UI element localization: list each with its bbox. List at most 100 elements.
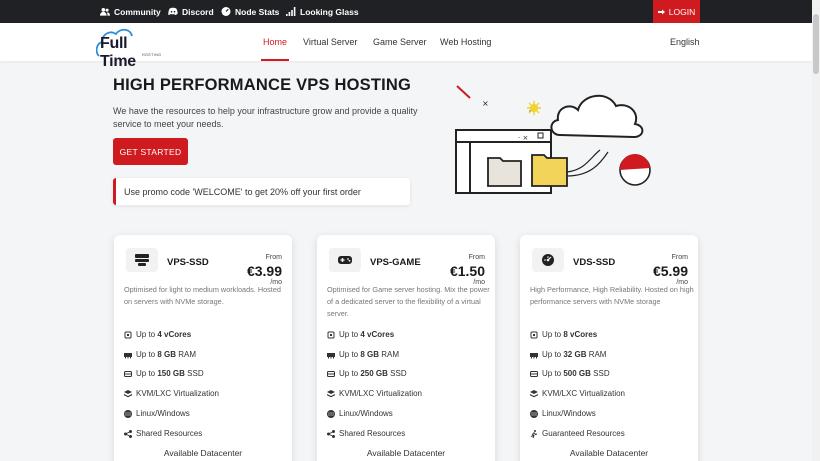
cpu-icon bbox=[530, 331, 538, 338]
plan-description: Optimised for Game server hosting. Mix t… bbox=[327, 285, 490, 318]
plan-feature-ram: Up to 32 GB RAM bbox=[530, 350, 606, 359]
community-link[interactable]: Community bbox=[100, 0, 161, 23]
scrollbar-thumb[interactable] bbox=[813, 14, 819, 74]
node-stats-label: Node Stats bbox=[235, 6, 280, 17]
sparkle-rays bbox=[527, 101, 541, 115]
memory-icon bbox=[327, 352, 335, 358]
plan-card[interactable]: VDS-SSD From €5.99 /mo High Performance,… bbox=[520, 235, 698, 461]
get-started-button[interactable]: GET STARTED bbox=[113, 138, 188, 165]
layers-icon bbox=[530, 389, 538, 397]
cpu-icon bbox=[327, 331, 335, 338]
plan-feature-virtualization: KVM/LXC Virtualization bbox=[327, 389, 422, 398]
hero-description: We have the resources to help your infra… bbox=[113, 106, 418, 129]
users-icon bbox=[100, 8, 110, 16]
hdd-icon bbox=[530, 370, 538, 377]
nav-home[interactable]: Home bbox=[263, 37, 287, 47]
disk-value: 250 GB bbox=[360, 369, 388, 378]
plan-name: VDS-SSD bbox=[573, 257, 616, 268]
plan-description: High Performance, High Reliability. Host… bbox=[530, 285, 694, 306]
plan-from-label: From bbox=[671, 254, 688, 261]
plan-feature-disk: Up to 250 GB SSD bbox=[327, 369, 407, 378]
brand-tagline: HOSTING bbox=[142, 53, 162, 57]
nav-active-indicator bbox=[261, 59, 289, 61]
plan-datacenter-label: Available Datacenter bbox=[366, 448, 446, 458]
login-label: LOGIN bbox=[668, 6, 696, 17]
signal-bars-icon bbox=[286, 7, 296, 16]
plan-from-label: From bbox=[468, 254, 485, 261]
plan-feature-cpu: Up to 4 vCores bbox=[327, 330, 394, 339]
globe-icon bbox=[530, 409, 538, 418]
plan-feature-ram: Up to 8 GB RAM bbox=[327, 350, 399, 359]
plan-price: €1.50 bbox=[449, 263, 485, 279]
login-button[interactable]: LOGIN bbox=[653, 0, 700, 23]
memory-icon bbox=[124, 352, 132, 358]
discord-label: Discord bbox=[182, 6, 214, 17]
share-icon bbox=[124, 429, 132, 438]
plan-feature-resources: Shared Resources bbox=[327, 429, 405, 438]
cpu-value: 4 vCores bbox=[157, 330, 192, 339]
globe-icon bbox=[124, 409, 132, 418]
cpu-icon bbox=[124, 331, 132, 338]
community-label: Community bbox=[114, 6, 161, 17]
plan-feature-cpu: Up to 8 vCores bbox=[530, 330, 597, 339]
hero-title: HIGH PERFORMANCE VPS HOSTING bbox=[113, 76, 412, 94]
memory-icon bbox=[530, 352, 538, 358]
node-stats-link[interactable]: Node Stats bbox=[221, 0, 279, 23]
layers-icon bbox=[124, 389, 132, 397]
promo-text: Use promo code 'WELCOME' to get 20% off … bbox=[124, 186, 361, 197]
nav-virtual-server[interactable]: Virtual Server bbox=[303, 37, 357, 47]
svg-text:· ×: · × bbox=[518, 134, 528, 142]
plan-feature-os: Linux/Windows bbox=[530, 409, 596, 418]
plan-datacenter-label: Available Datacenter bbox=[163, 448, 243, 458]
plan-name: VPS-GAME bbox=[370, 257, 421, 268]
discord-icon bbox=[168, 7, 178, 16]
plan-feature-resources: Shared Resources bbox=[124, 429, 202, 438]
plan-card[interactable]: VPS-GAME From €1.50 /mo Optimised for Ga… bbox=[317, 235, 495, 461]
ram-value: 8 GB bbox=[360, 350, 380, 359]
promo-banner: Use promo code 'WELCOME' to get 20% off … bbox=[113, 178, 410, 205]
sign-in-icon bbox=[657, 9, 665, 14]
globe-icon bbox=[327, 409, 335, 418]
disk-value: 150 GB bbox=[157, 369, 185, 378]
plan-from-label: From bbox=[265, 254, 282, 261]
gamepad-icon bbox=[338, 256, 352, 264]
ram-value: 8 GB bbox=[157, 350, 177, 359]
decor-cross-icon: × bbox=[482, 99, 489, 108]
plan-feature-disk: Up to 150 GB SSD bbox=[124, 369, 204, 378]
cpu-value: 8 vCores bbox=[563, 330, 598, 339]
brand-logo[interactable]: Full Time HOSTING bbox=[96, 26, 166, 70]
plan-icon-box bbox=[126, 248, 158, 272]
plan-datacenter-label: Available Datacenter bbox=[569, 448, 649, 458]
plan-icon-box bbox=[532, 248, 564, 272]
discord-link[interactable]: Discord bbox=[168, 0, 214, 23]
plan-card[interactable]: VPS-SSD From €3.99 /mo Optimised for lig… bbox=[114, 235, 292, 461]
language-selector[interactable]: English bbox=[670, 37, 700, 47]
running-person-icon bbox=[530, 429, 538, 438]
cloud-hosting-illustration: × × · × bbox=[455, 85, 651, 194]
plan-feature-virtualization: KVM/LXC Virtualization bbox=[530, 389, 625, 398]
ram-value: 32 GB bbox=[563, 350, 587, 359]
plan-feature-ram: Up to 8 GB RAM bbox=[124, 350, 196, 359]
main-navbar: Full Time HOSTING Home Virtual Server Ga… bbox=[0, 23, 812, 70]
nav-web-hosting[interactable]: Web Hosting bbox=[440, 37, 491, 47]
plan-feature-cpu: Up to 4 vCores bbox=[124, 330, 191, 339]
gauge-icon bbox=[221, 7, 231, 16]
plan-feature-virtualization: KVM/LXC Virtualization bbox=[124, 389, 219, 398]
top-bar: Community Discord Node Stats Looking Gla… bbox=[0, 0, 812, 23]
cloud-icon bbox=[550, 95, 644, 139]
disk-value: 500 GB bbox=[563, 369, 591, 378]
plan-feature-os: Linux/Windows bbox=[327, 409, 393, 418]
page-scrollbar[interactable] bbox=[812, 0, 820, 461]
plan-description: Optimised for light to medium workloads.… bbox=[124, 285, 281, 306]
hdd-icon bbox=[327, 370, 335, 377]
looking-glass-link[interactable]: Looking Glass bbox=[286, 0, 359, 23]
nav-game-server[interactable]: Game Server bbox=[373, 37, 427, 47]
share-icon bbox=[327, 429, 335, 438]
plan-name: VPS-SSD bbox=[167, 257, 209, 268]
folder-icon bbox=[487, 157, 522, 187]
plan-icon-box bbox=[329, 248, 361, 272]
dashboard-icon bbox=[542, 254, 554, 266]
hdd-icon bbox=[124, 370, 132, 377]
plan-price: €3.99 bbox=[246, 263, 282, 279]
plan-feature-os: Linux/Windows bbox=[124, 409, 190, 418]
